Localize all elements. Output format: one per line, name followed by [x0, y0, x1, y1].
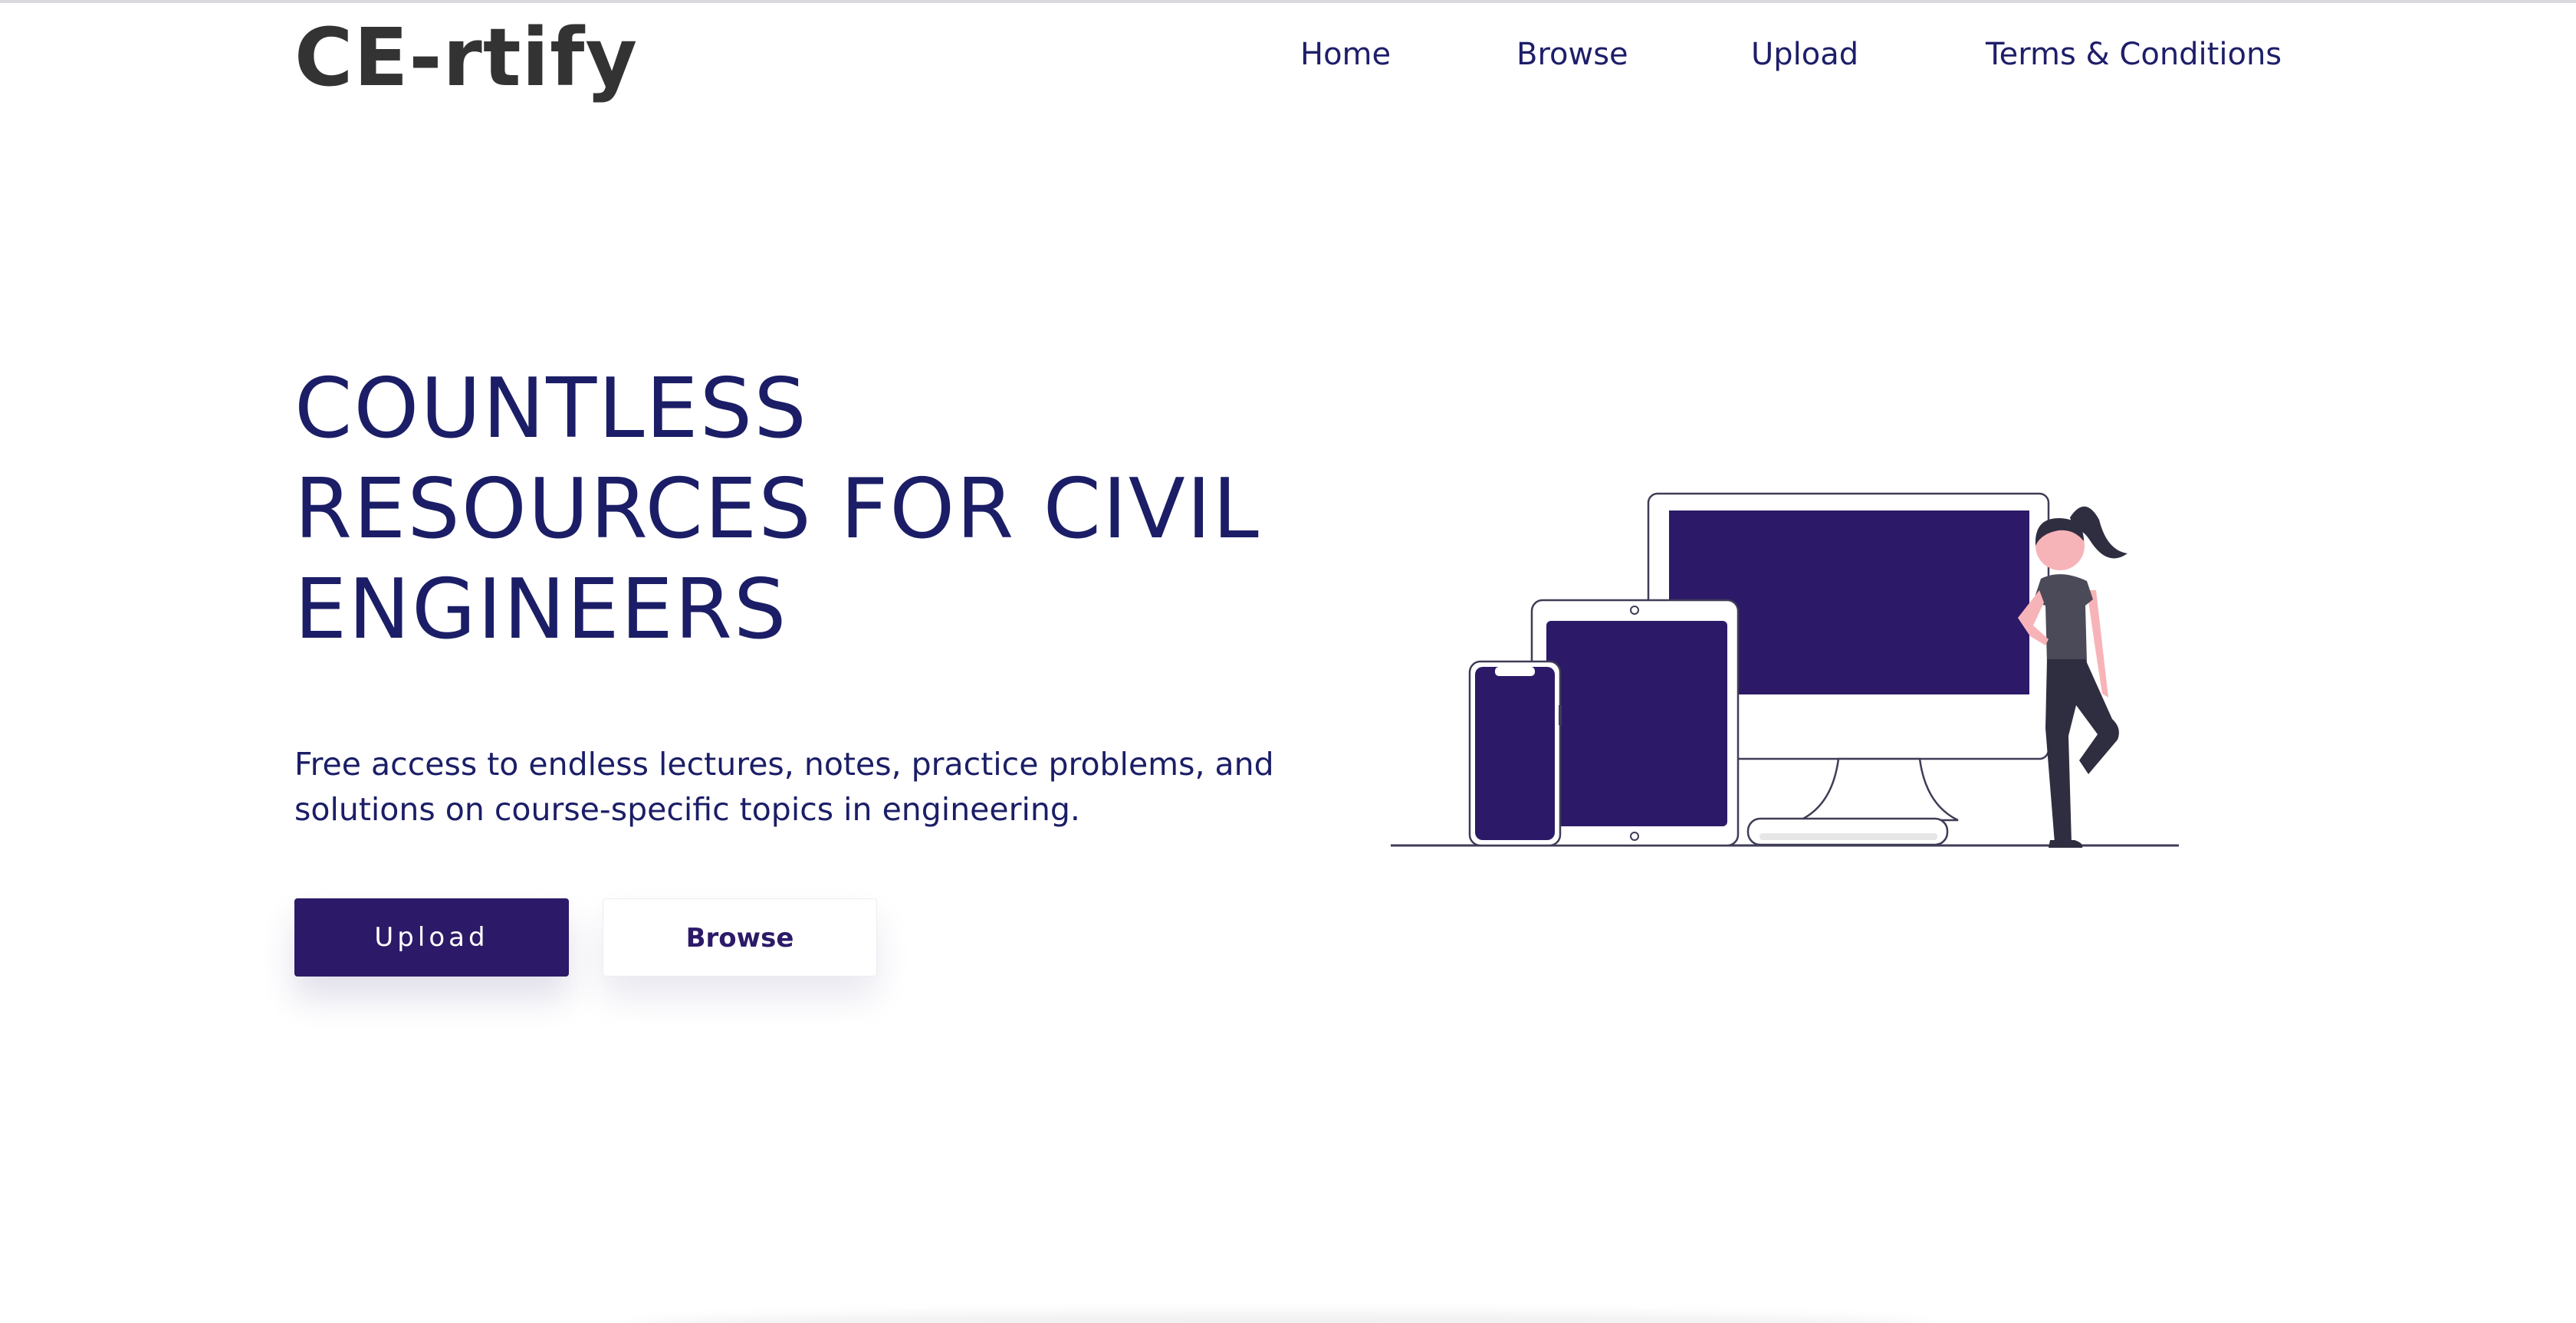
hero-title: COUNTLESS RESOURCES FOR CIVIL ENGINEERS — [294, 359, 1368, 660]
brand-logo[interactable]: CE-rtify — [294, 8, 638, 107]
nav-home[interactable]: Home — [1300, 28, 1391, 81]
hero-title-line: ENGINEERS — [294, 562, 788, 658]
browse-button[interactable]: Browse — [603, 898, 877, 977]
tablet-icon — [1530, 599, 1740, 847]
hero-title-line: RESOURCES FOR CIVIL — [294, 461, 1260, 557]
top-border — [0, 0, 2576, 3]
landing-page: CE-rtify Home Browse Upload Terms & Cond… — [0, 0, 2576, 1323]
devices-with-person-illustration — [1391, 492, 2179, 848]
hero-subtitle-line: solutions on course-specific topics in e… — [294, 791, 1080, 828]
hero-title-line: COUNTLESS — [294, 361, 808, 457]
nav-terms[interactable]: Terms & Conditions — [1986, 28, 2282, 81]
hero-subtitle-line: Free access to endless lectures, notes, … — [294, 746, 1274, 783]
nav-browse[interactable]: Browse — [1516, 28, 1628, 81]
hero-subtitle: Free access to endless lectures, notes, … — [294, 742, 1383, 832]
nav-upload[interactable]: Upload — [1751, 28, 1858, 81]
footer-shadow — [629, 1312, 1932, 1323]
upload-button[interactable]: Upload — [294, 898, 569, 977]
phone-icon — [1468, 660, 1562, 847]
